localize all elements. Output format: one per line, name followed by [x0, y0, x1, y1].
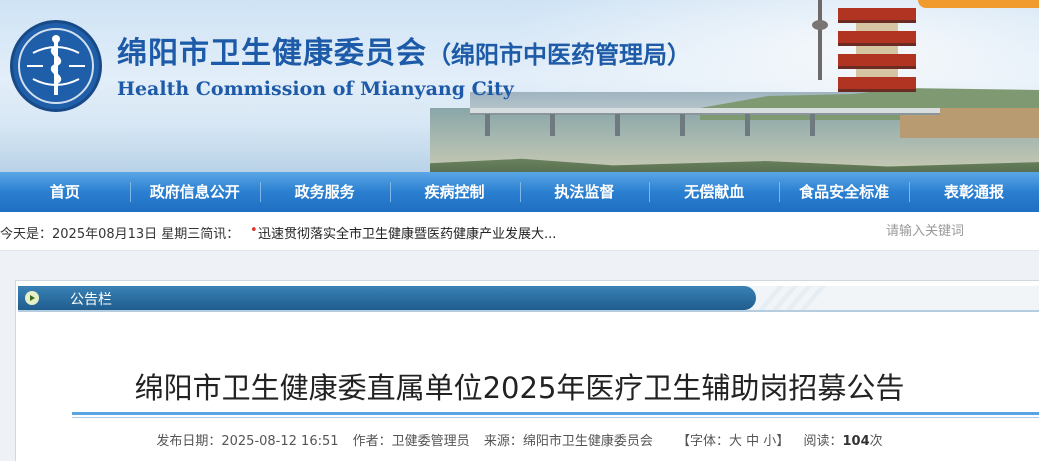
pagoda: [838, 0, 916, 100]
tv-tower: [818, 0, 822, 80]
site-title-sub: （绵阳市中医药管理局）: [427, 40, 691, 69]
nav-item-food-safety[interactable]: 食品安全标准: [779, 172, 909, 212]
views-count: 104: [842, 434, 870, 449]
nav-item-home[interactable]: 首页: [0, 172, 130, 212]
bridge-pier: [810, 114, 815, 136]
nav-item-disease-control[interactable]: 疾病控制: [389, 172, 520, 212]
tv-tower-pod: [812, 20, 828, 30]
news-bullet-icon: •: [250, 223, 258, 238]
nav-item-commendation[interactable]: 表彰通报: [909, 172, 1039, 212]
notice-bar: [18, 286, 756, 310]
title-divider-thin: [72, 417, 1039, 418]
bridge-pier: [615, 114, 620, 136]
notice-label: 公告栏: [70, 292, 112, 308]
play-icon: [25, 291, 39, 305]
caduceus-icon: [18, 28, 94, 104]
font-size-small[interactable]: 小: [763, 434, 776, 449]
bridge-pier: [485, 114, 490, 136]
article-meta: 发布日期：2025-08-12 16:51 作者：卫健委管理员 来源：绵阳市卫生…: [0, 430, 1039, 449]
news-ticker-link[interactable]: 迅速贯彻落实全市卫生健康暨医药健康产业发展大...: [258, 223, 556, 242]
top-right-tab[interactable]: [918, 0, 1039, 8]
date-text: 今天是：2025年08月13日 星期三简讯：: [0, 227, 240, 242]
publish-date: 发布日期：2025-08-12 16:51: [156, 434, 339, 449]
nav-item-supervision[interactable]: 执法监督: [519, 172, 650, 212]
site-title-cn: 绵阳市卫生健康委员会（绵阳市中医药管理局）: [117, 28, 691, 72]
font-size-medium[interactable]: 中: [746, 434, 759, 449]
font-size-end: 】: [776, 434, 790, 449]
bridge-pier: [745, 114, 750, 136]
header-banner: 绵阳市卫生健康委员会（绵阳市中医药管理局） Health Commission …: [0, 0, 1039, 172]
main-nav: 首页 政府信息公开 政务服务 疾病控制 执法监督 无偿献血 食品安全标准 表彰通…: [0, 172, 1039, 212]
nav-item-blood-donation[interactable]: 无偿献血: [649, 172, 779, 212]
site-title-en: Health Commission of Mianyang City: [117, 78, 514, 100]
health-commission-logo: [10, 20, 102, 112]
site-title-main: 绵阳市卫生健康委员会: [117, 36, 427, 71]
title-divider: [72, 412, 1039, 415]
font-size-large[interactable]: 大: [729, 434, 742, 449]
bridge-pier: [550, 114, 555, 136]
bridge-pier: [680, 114, 685, 136]
notice-bar-stripes: [756, 286, 827, 310]
banner-bridge: [470, 108, 940, 115]
search-input[interactable]: [882, 218, 1039, 244]
views-label: 阅读：: [803, 434, 843, 449]
font-size-label: 【字体：: [676, 434, 729, 449]
article-title: 绵阳市卫生健康委直属单位2025年医疗卫生辅助岗招募公告: [134, 371, 905, 405]
notice-underline: [18, 310, 1039, 312]
views-unit: 次: [869, 434, 883, 449]
content-gap: [0, 251, 1039, 280]
source: 来源：绵阳市卫生健康委员会: [483, 434, 653, 449]
nav-item-services[interactable]: 政务服务: [259, 172, 390, 212]
nav-item-gov-info[interactable]: 政府信息公开: [129, 172, 260, 212]
author: 作者：卫健委管理员: [352, 434, 470, 449]
